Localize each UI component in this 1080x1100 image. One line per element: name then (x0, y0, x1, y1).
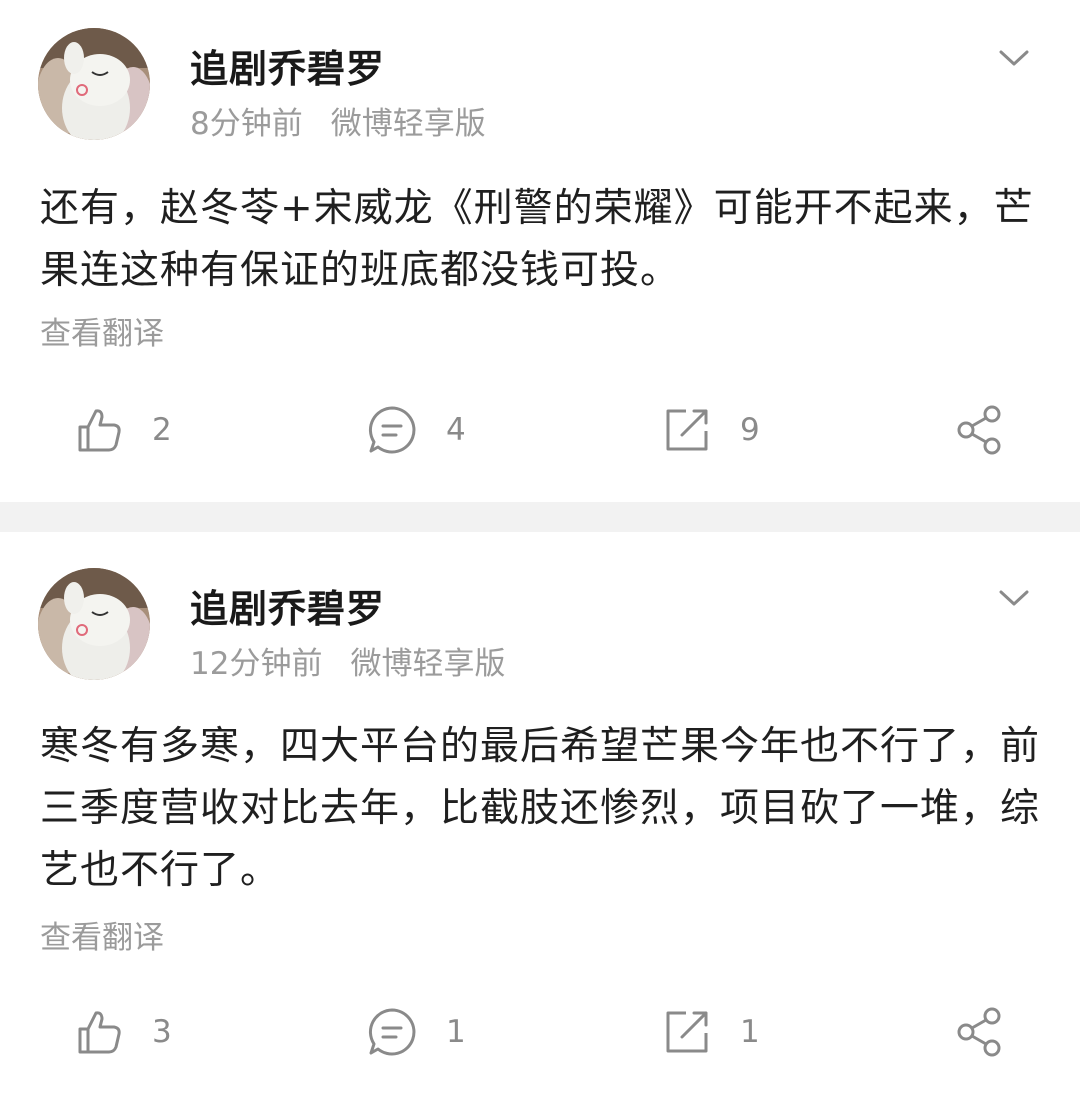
post-text: 还有，赵冬苓+宋威龙《刑警的荣耀》可能开不起来，芒果连这种有保证的班底都没钱可投… (40, 186, 1034, 293)
like-button[interactable]: 2 (74, 402, 172, 458)
repost-button[interactable]: 9 (662, 402, 760, 458)
repost-count: 1 (740, 1014, 760, 1050)
action-bar: 2 4 9 (0, 402, 1080, 458)
comment-bubble-icon (368, 406, 416, 454)
author-name[interactable]: 追剧乔碧罗 (190, 38, 385, 93)
repost-icon (666, 409, 708, 451)
chevron-down-icon[interactable] (998, 584, 1030, 612)
translate-link[interactable]: 查看翻译 (40, 912, 164, 957)
share-button[interactable] (954, 1004, 1006, 1060)
like-count: 2 (152, 412, 172, 448)
comment-count: 1 (446, 1014, 466, 1050)
chevron-down-icon[interactable] (998, 44, 1030, 72)
thumbs-up-icon (78, 1011, 121, 1054)
repost-count: 9 (740, 412, 760, 448)
like-count: 3 (152, 1014, 172, 1050)
repost-button[interactable]: 1 (662, 1004, 760, 1060)
post-text: 寒冬有多寒，四大平台的最后希望芒果今年也不行了，前三季度营收对比去年，比截肢还惨… (40, 724, 1041, 893)
author-name[interactable]: 追剧乔碧罗 (190, 578, 385, 633)
post-meta: 12分钟前 微博轻享版 (190, 638, 505, 683)
share-button[interactable] (954, 402, 1006, 458)
translate-link[interactable]: 查看翻译 (40, 308, 164, 353)
thumbs-up-icon (78, 409, 121, 452)
post-time: 8分钟前 (190, 106, 303, 142)
repost-icon (666, 1011, 708, 1053)
comment-count: 4 (446, 412, 466, 448)
post-source: 微博轻享版 (350, 646, 506, 682)
share-icon (957, 405, 1001, 455)
weibo-feed: 追剧乔碧罗 8分钟前 微博轻享版 还有，赵冬苓+宋威龙《刑警的荣耀》可能开不起来，… (0, 0, 1080, 1100)
post-meta: 8分钟前 微博轻享版 (190, 98, 486, 143)
post-divider (0, 502, 1080, 532)
action-bar: 3 1 1 (0, 1004, 1080, 1060)
comment-button[interactable]: 1 (366, 1004, 466, 1060)
avatar[interactable] (38, 568, 150, 680)
avatar-image (38, 28, 150, 140)
avatar-image (38, 568, 150, 680)
share-icon (957, 1007, 1001, 1057)
comment-button[interactable]: 4 (366, 402, 466, 458)
post-card: 追剧乔碧罗 8分钟前 微博轻享版 还有，赵冬苓+宋威龙《刑警的荣耀》可能开不起来，… (0, 0, 1080, 502)
like-button[interactable]: 3 (74, 1004, 172, 1060)
post-time: 12分钟前 (190, 646, 323, 682)
post-source: 微博轻享版 (330, 106, 486, 142)
comment-bubble-icon (368, 1008, 416, 1056)
post-card: 追剧乔碧罗 12分钟前 微博轻享版 寒冬有多寒，四大平台的最后希望芒果今年也不行了… (0, 532, 1080, 1100)
avatar[interactable] (38, 28, 150, 140)
